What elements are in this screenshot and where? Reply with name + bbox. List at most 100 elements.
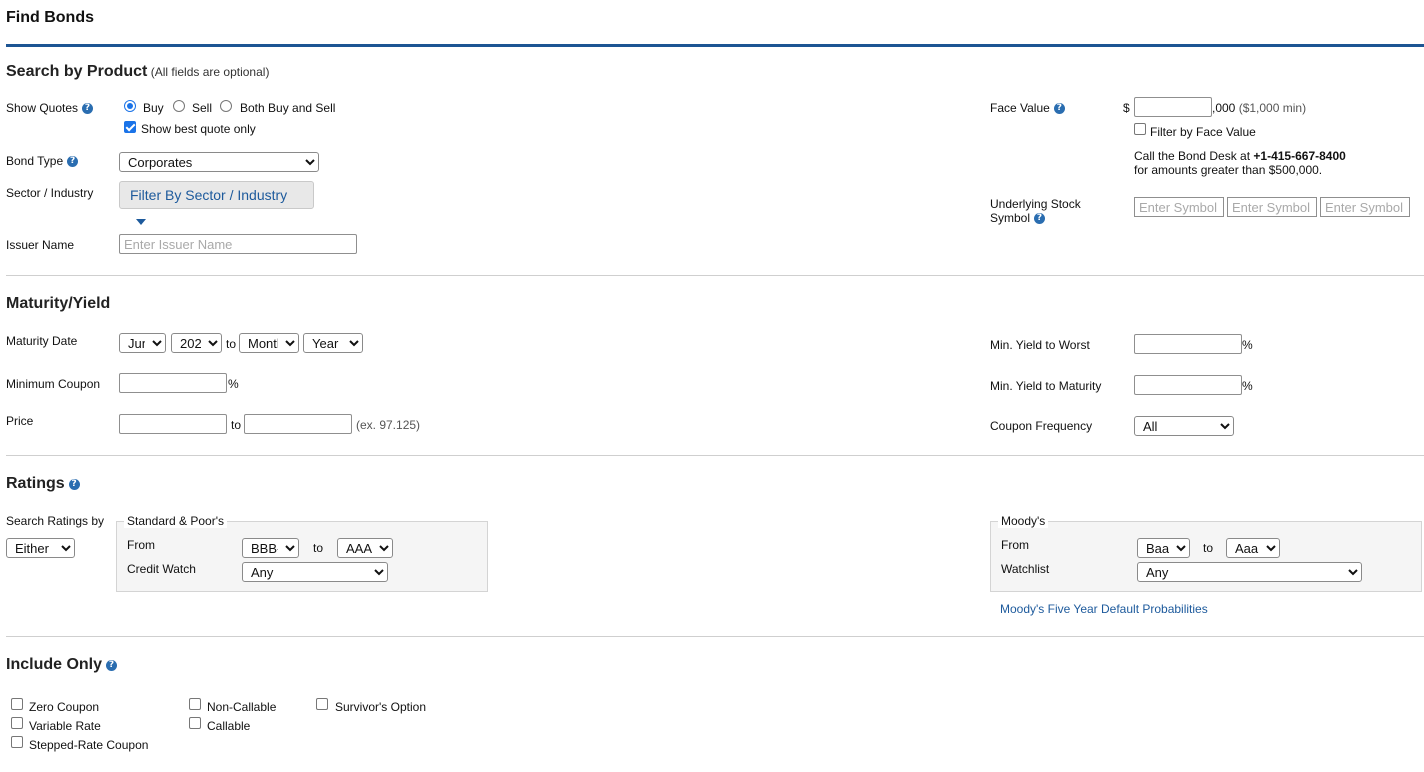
sector-label: Sector / Industry [6, 186, 94, 200]
maturity-from-month-select[interactable]: Jun [119, 333, 166, 353]
face-value-suffix: ,000 ($1,000 min) [1212, 101, 1306, 115]
stepped-rate-checkbox[interactable] [11, 736, 23, 748]
symbol-input-1[interactable] [1134, 197, 1224, 217]
min-ytm-input[interactable] [1134, 375, 1242, 395]
bond-desk-note: Call the Bond Desk at +1-415-667-8400 fo… [1134, 149, 1346, 177]
callable-label: Callable [207, 719, 251, 733]
filter-sector-button-label: Filter By Sector / Industry [130, 187, 288, 203]
sp-legend: Standard & Poor's [124, 514, 228, 528]
min-coupon-unit: % [228, 377, 239, 391]
help-icon[interactable]: ? [1053, 103, 1065, 115]
help-icon[interactable]: ? [1034, 213, 1046, 225]
sp-from-label: From [127, 538, 155, 552]
show-quotes-label-text: Show Quotes [6, 101, 79, 115]
survivors-option-label: Survivor's Option [335, 700, 426, 714]
price-to-text: to [231, 418, 242, 432]
coupon-frequency-label: Coupon Frequency [990, 419, 1093, 433]
bond-type-label: Bond Type? [6, 154, 79, 168]
radio-buy-label: Buy [143, 101, 164, 115]
section-heading-product: Search by Product [6, 63, 148, 80]
section-divider [6, 455, 1424, 456]
radio-buy[interactable] [124, 100, 136, 112]
maturity-to-year-select[interactable]: Year [303, 333, 363, 353]
search-ratings-by-select[interactable]: Either [6, 538, 75, 558]
best-quote-label: Show best quote only [141, 122, 256, 136]
coupon-frequency-select[interactable]: All [1134, 416, 1234, 436]
variable-rate-checkbox[interactable] [11, 717, 23, 729]
underlying-label-line2: Symbol [990, 211, 1031, 225]
moodys-default-probabilities-link[interactable]: Moody's Five Year Default Probabilities [1000, 602, 1208, 616]
page-title: Find Bonds [6, 9, 94, 26]
min-coupon-label: Minimum Coupon [6, 377, 101, 391]
moodys-watchlist-label: Watchlist [1001, 562, 1050, 576]
min-ytm-label: Min. Yield to Maturity [990, 379, 1102, 393]
price-label: Price [6, 414, 34, 428]
section-divider [6, 275, 1424, 276]
section-heading-include-only: Include Only [6, 656, 103, 673]
min-coupon-input[interactable] [119, 373, 227, 393]
face-value-min-note: ($1,000 min) [1238, 101, 1307, 115]
stepped-rate-label: Stepped-Rate Coupon [29, 738, 149, 752]
bond-type-select[interactable]: Corporates [119, 152, 319, 172]
face-value-thousands: ,000 [1212, 101, 1236, 115]
moodys-watchlist-select[interactable]: Any [1137, 562, 1362, 582]
moodys-from-select[interactable]: Baa3 [1137, 538, 1190, 558]
underlying-label-line1: Underlying Stock [990, 197, 1081, 211]
section-divider [6, 636, 1424, 637]
help-icon[interactable]: ? [68, 479, 80, 491]
radio-both[interactable] [220, 100, 232, 112]
face-value-input[interactable] [1134, 97, 1212, 117]
filter-sector-button[interactable]: Filter By Sector / Industry [119, 181, 314, 226]
moodys-to-text: to [1203, 541, 1214, 555]
bond-desk-phone: +1-415-667-8400 [1253, 149, 1346, 163]
non-callable-label: Non-Callable [207, 700, 277, 714]
issuer-name-input[interactable] [119, 234, 357, 254]
maturity-to-month-select[interactable]: Month [239, 333, 299, 353]
section-heading-ratings: Ratings [6, 475, 65, 492]
bond-desk-suffix: for amounts greater than $500,000. [1134, 163, 1323, 177]
bond-desk-prefix: Call the Bond Desk at [1134, 149, 1251, 163]
maturity-to-text: to [226, 337, 237, 351]
radio-sell-label: Sell [192, 101, 213, 115]
face-value-label-text: Face Value [990, 101, 1050, 115]
underlying-symbol-label: Underlying Stock Symbol? [990, 197, 1081, 225]
title-divider [6, 44, 1424, 47]
filter-face-value-checkbox[interactable] [1134, 123, 1146, 135]
moodys-legend: Moody's [998, 514, 1049, 528]
include-only-header: Include Only? [6, 656, 118, 674]
maturity-from-year-select[interactable]: 2023 [171, 333, 222, 353]
maturity-date-label: Maturity Date [6, 334, 78, 348]
min-ytw-input[interactable] [1134, 334, 1242, 354]
radio-both-label: Both Buy and Sell [240, 101, 336, 115]
moodys-to-select[interactable]: Aaa [1226, 538, 1280, 558]
zero-coupon-checkbox[interactable] [11, 698, 23, 710]
moodys-from-label: From [1001, 538, 1029, 552]
section-heading-maturity: Maturity/Yield [6, 295, 111, 312]
survivors-option-checkbox[interactable] [316, 698, 328, 710]
help-icon[interactable]: ? [82, 103, 94, 115]
symbol-input-2[interactable] [1227, 197, 1317, 217]
search-ratings-by-label: Search Ratings by [6, 514, 105, 528]
price-from-input[interactable] [119, 414, 227, 434]
issuer-name-label: Issuer Name [6, 238, 75, 252]
bond-type-label-text: Bond Type [6, 154, 64, 168]
ratings-header: Ratings? [6, 475, 80, 493]
optional-note: (All fields are optional) [150, 65, 270, 79]
callable-checkbox[interactable] [189, 717, 201, 729]
sp-from-select[interactable]: BBB- [242, 538, 299, 558]
sp-credit-watch-select[interactable]: Any [242, 562, 388, 582]
show-quotes-label: Show Quotes? [6, 101, 94, 115]
non-callable-checkbox[interactable] [189, 698, 201, 710]
help-icon[interactable]: ? [67, 156, 79, 168]
symbol-input-3[interactable] [1320, 197, 1410, 217]
filter-face-value-label: Filter by Face Value [1150, 125, 1256, 139]
sp-credit-watch-label: Credit Watch [127, 562, 196, 576]
help-icon[interactable]: ? [106, 660, 118, 672]
sp-to-select[interactable]: AAA [337, 538, 393, 558]
radio-sell[interactable] [173, 100, 185, 112]
min-ytw-unit: % [1242, 338, 1253, 352]
caret-down-icon [136, 219, 146, 226]
price-to-input[interactable] [244, 414, 352, 434]
best-quote-checkbox[interactable] [124, 121, 136, 133]
min-ytm-unit: % [1242, 379, 1253, 393]
